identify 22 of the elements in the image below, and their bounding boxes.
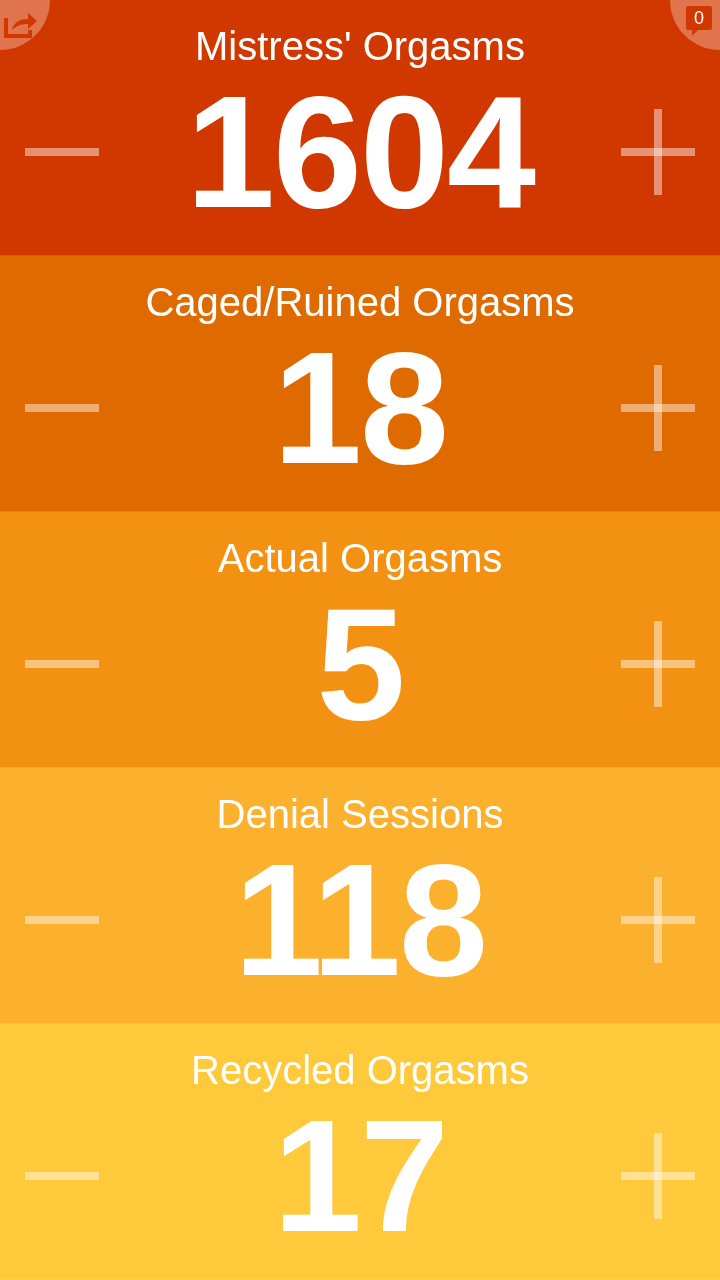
counter-value: 1604 [185,70,536,234]
plus-icon [621,109,695,195]
plus-icon [621,621,695,707]
minus-icon [25,404,99,412]
minus-icon [25,148,99,156]
comments-button[interactable]: 0 [670,0,720,50]
plus-icon [621,365,695,451]
counter-title: Denial Sessions [216,794,504,834]
counter-value: 18 [273,326,447,490]
share-icon [4,10,38,38]
minus-icon [25,916,99,924]
counter-value: 118 [232,838,488,1002]
plus-icon [621,877,695,963]
counter-value: 5 [315,582,404,746]
plus-icon [621,1133,695,1219]
minus-icon [25,660,99,668]
counter-title: Recycled Orgasms [191,1050,529,1090]
counter-value: 17 [273,1094,447,1258]
counter-title: Mistress' Orgasms [195,26,525,66]
counter-title: Actual Orgasms [217,538,503,578]
minus-icon [25,1172,99,1180]
counter-title: Caged/Ruined Orgasms [145,282,575,322]
